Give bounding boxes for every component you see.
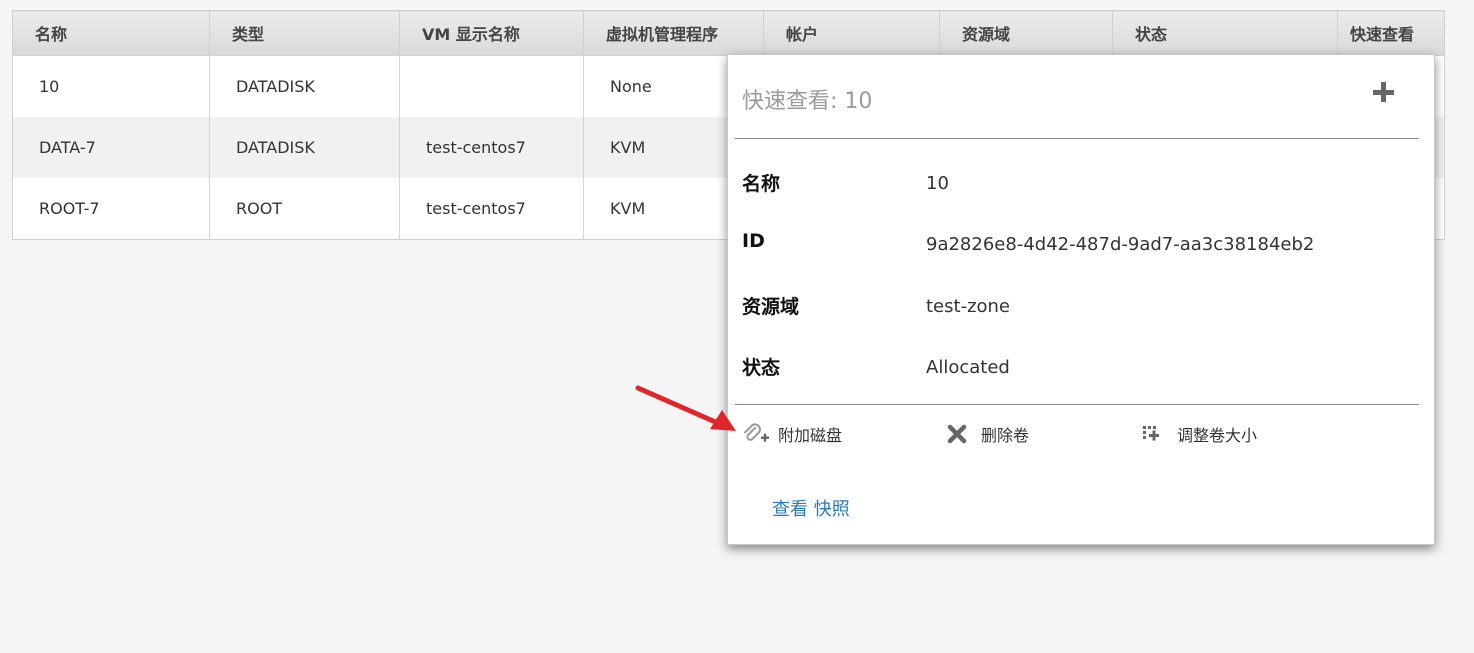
column-header-state[interactable]: 状态 bbox=[1112, 10, 1338, 56]
table-header-row: 名称 类型 VM 显示名称 虚拟机管理程序 帐户 资源域 状态 快速查看 bbox=[12, 10, 1445, 56]
detail-label: 状态 bbox=[742, 357, 781, 379]
cell-name: 10 bbox=[12, 55, 210, 117]
detail-row-state: 状态 Allocated bbox=[742, 353, 1422, 383]
detail-label: 名称 bbox=[742, 173, 781, 195]
divider bbox=[735, 138, 1419, 139]
detail-row-zone: 资源域 test-zone bbox=[742, 292, 1422, 322]
delete-volume-button[interactable]: 删除卷 bbox=[945, 423, 1029, 445]
attach-disk-label: 附加磁盘 bbox=[778, 426, 843, 445]
divider bbox=[735, 404, 1419, 405]
resize-icon bbox=[1141, 423, 1169, 445]
detail-value: Allocated bbox=[926, 357, 1010, 378]
cell-vm-display-name bbox=[399, 55, 584, 117]
detail-value: 9a2826e8-4d42-487d-9ad7-aa3c38184eb2 bbox=[926, 234, 1315, 255]
cell-vm-display-name: test-centos7 bbox=[399, 117, 584, 178]
detail-value: 10 bbox=[926, 173, 949, 194]
volumes-page: 名称 类型 VM 显示名称 虚拟机管理程序 帐户 资源域 状态 快速查看 10 … bbox=[0, 0, 1474, 653]
expand-plus-icon[interactable] bbox=[1372, 81, 1396, 105]
detail-label: ID bbox=[742, 230, 765, 252]
column-header-account[interactable]: 帐户 bbox=[763, 10, 940, 56]
paperclip-plus-icon bbox=[742, 423, 770, 445]
resize-volume-label: 调整卷大小 bbox=[1177, 426, 1258, 445]
column-header-hypervisor[interactable]: 虚拟机管理程序 bbox=[583, 10, 764, 56]
cell-name: DATA-7 bbox=[12, 117, 210, 178]
cell-type: DATADISK bbox=[209, 117, 400, 178]
quickview-panel: 快速查看: 10 名称 10 ID 9a2826e8-4d42-487d-9ad… bbox=[727, 54, 1435, 545]
attach-disk-button[interactable]: 附加磁盘 bbox=[742, 423, 842, 445]
delete-volume-label: 删除卷 bbox=[981, 426, 1030, 445]
cell-vm-display-name: test-centos7 bbox=[399, 178, 584, 240]
column-header-quickview: 快速查看 bbox=[1337, 10, 1445, 56]
annotation-arrow-icon bbox=[635, 385, 736, 431]
detail-value: test-zone bbox=[926, 296, 1011, 317]
quickview-title: 快速查看: 10 bbox=[742, 89, 873, 114]
column-header-name[interactable]: 名称 bbox=[12, 10, 210, 56]
cell-name: ROOT-7 bbox=[12, 178, 210, 240]
column-header-type[interactable]: 类型 bbox=[209, 10, 400, 56]
x-icon bbox=[945, 423, 973, 445]
cell-type: DATADISK bbox=[209, 55, 400, 117]
column-header-vm-display-name[interactable]: VM 显示名称 bbox=[399, 10, 584, 56]
resize-volume-button[interactable]: 调整卷大小 bbox=[1141, 423, 1257, 445]
cell-type: ROOT bbox=[209, 178, 400, 240]
column-header-zone[interactable]: 资源域 bbox=[939, 10, 1113, 56]
detail-row-id: ID 9a2826e8-4d42-487d-9ad7-aa3c38184eb2 bbox=[742, 230, 1422, 260]
detail-label: 资源域 bbox=[742, 296, 800, 318]
view-snapshots-link[interactable]: 查看 快照 bbox=[772, 495, 850, 521]
detail-row-name: 名称 10 bbox=[742, 169, 1422, 199]
